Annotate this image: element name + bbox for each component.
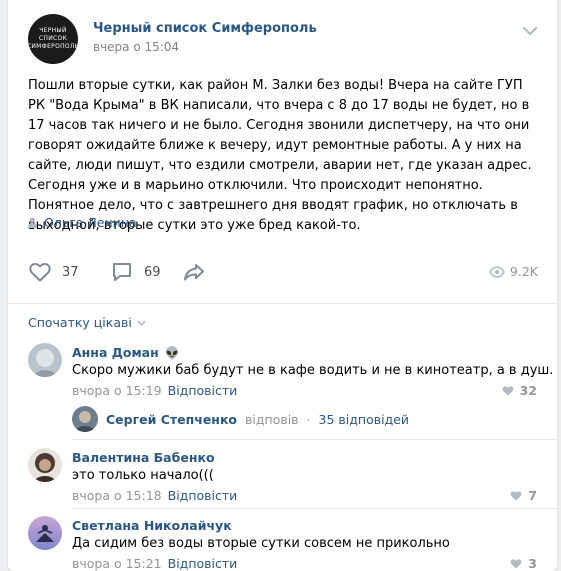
comment-text: Да сидим без воды вторые сутки совсем не…	[72, 536, 450, 551]
avatar[interactable]	[28, 448, 62, 482]
views-counter: 9.2K	[489, 264, 538, 279]
comment-button[interactable]: 69	[110, 260, 161, 284]
share-icon	[184, 264, 204, 281]
comment-author[interactable]: Анна Доман 👽	[72, 345, 180, 360]
comment-meta: вчора о 15:21 Відповісти	[72, 556, 237, 571]
divider	[72, 439, 557, 440]
comment-author[interactable]: Светлана Николайчук	[72, 518, 232, 533]
divider	[8, 303, 557, 304]
post-actions: 37 69 9.2K	[28, 260, 538, 292]
comment-like-button[interactable]: 32	[502, 383, 537, 398]
comment-icon	[113, 263, 131, 281]
like-count: 37	[62, 264, 79, 280]
post-time[interactable]: вчера о 15:04	[93, 40, 179, 54]
heart-icon	[29, 262, 51, 282]
heart-icon	[502, 386, 513, 396]
replies-count-link[interactable]: 35 відповідей	[319, 412, 409, 427]
heart-icon	[510, 491, 522, 501]
comment-like-count: 7	[528, 488, 537, 503]
avatar[interactable]	[28, 343, 62, 377]
reply-action: відповів	[245, 411, 299, 427]
post-author-name: Ольга Ленина	[44, 215, 137, 230]
reply-author[interactable]: Сергей Степченко	[106, 412, 237, 427]
reply-link[interactable]: Відповісти	[168, 383, 238, 398]
share-button[interactable]	[182, 260, 206, 284]
comment-like-button[interactable]: 3	[510, 556, 537, 571]
comment-time[interactable]: вчора о 15:19	[72, 383, 162, 398]
comment-meta: вчора о 15:18 Відповісти	[72, 488, 237, 503]
views-count: 9.2K	[509, 264, 538, 279]
post-author[interactable]: Ольга Ленина	[28, 215, 137, 230]
avatar-image	[28, 343, 62, 377]
avatar-image	[28, 448, 62, 482]
comment-text: Скоро мужики баб будут не в кафе водить …	[72, 363, 554, 378]
post-card: ЧЕРНЫЙ СПИСОК СИМФЕРОПОЛЬ Черный список …	[8, 0, 557, 571]
replies-thread[interactable]: Сергей Степченко відповів · 35 відповіде…	[72, 404, 409, 434]
post-text: Пошли вторые сутки, как район М. Залки б…	[28, 78, 532, 233]
comment-time[interactable]: вчора о 15:21	[72, 556, 162, 571]
comment-like-button[interactable]: 7	[510, 488, 537, 503]
comment-meta: вчора о 15:19 Відповісти	[72, 383, 237, 398]
avatar-image	[28, 516, 62, 550]
eye-icon	[489, 265, 505, 278]
heart-icon	[510, 559, 522, 569]
avatar[interactable]	[28, 516, 62, 550]
separator: ·	[306, 411, 311, 427]
chevron-down-icon[interactable]	[523, 26, 537, 36]
comment-time[interactable]: вчора о 15:18	[72, 488, 162, 503]
comment-count: 69	[144, 264, 161, 280]
reply-link[interactable]: Відповісти	[168, 488, 238, 503]
like-button[interactable]: 37	[28, 260, 79, 284]
group-name[interactable]: Черный список Симферополь	[93, 21, 317, 36]
alien-emoji-icon: 👽	[164, 345, 180, 360]
avatar-image	[72, 406, 98, 432]
chevron-down-icon	[137, 320, 146, 326]
person-icon	[28, 217, 37, 228]
divider	[72, 508, 557, 509]
group-avatar[interactable]: ЧЕРНЫЙ СПИСОК СИМФЕРОПОЛЬ	[27, 14, 79, 64]
comment-text: это только начало(((	[72, 468, 214, 483]
sort-label: Спочатку цікаві	[28, 315, 132, 330]
comment-like-count: 32	[519, 383, 537, 398]
sort-dropdown[interactable]: Спочатку цікаві	[28, 315, 146, 330]
post-header: ЧЕРНЫЙ СПИСОК СИМФЕРОПОЛЬ Черный список …	[8, 0, 557, 70]
comment-like-count: 3	[528, 556, 537, 571]
reply-link[interactable]: Відповісти	[168, 556, 238, 571]
avatar[interactable]	[72, 406, 98, 432]
comment-author[interactable]: Валентина Бабенко	[72, 450, 215, 465]
